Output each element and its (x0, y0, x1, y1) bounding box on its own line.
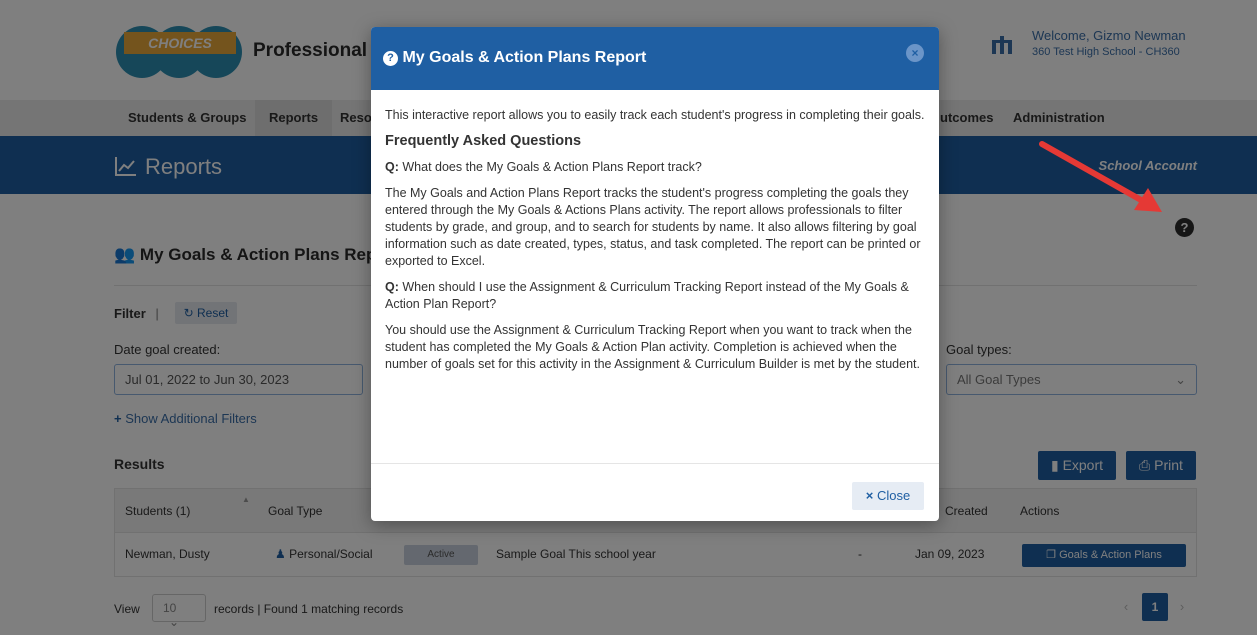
faq-answer-2: You should use the Assignment & Curricul… (385, 323, 920, 371)
modal-intro: This interactive report allows you to ea… (385, 108, 925, 122)
modal-footer: × Close (371, 463, 939, 521)
modal-header: ? My Goals & Action Plans Report × (371, 27, 939, 90)
question-circle-icon: ? (383, 51, 398, 66)
help-modal: ? My Goals & Action Plans Report × This … (371, 27, 939, 521)
red-arrow-annotation (1039, 141, 1162, 212)
faq-answer-1: The My Goals and Action Plans Report tra… (385, 186, 921, 268)
faq-question-2: Q: When should I use the Assignment & Cu… (385, 280, 909, 311)
close-button[interactable]: × Close (852, 482, 924, 510)
modal-title: ? My Goals & Action Plans Report (383, 49, 646, 67)
faq-question-1: Q: What does the My Goals & Action Plans… (385, 160, 702, 174)
modal-body: This interactive report allows you to ea… (385, 107, 925, 382)
faq-heading: Frequently Asked Questions (385, 133, 582, 149)
close-icon: × (865, 488, 874, 503)
close-icon[interactable]: × (906, 44, 924, 62)
